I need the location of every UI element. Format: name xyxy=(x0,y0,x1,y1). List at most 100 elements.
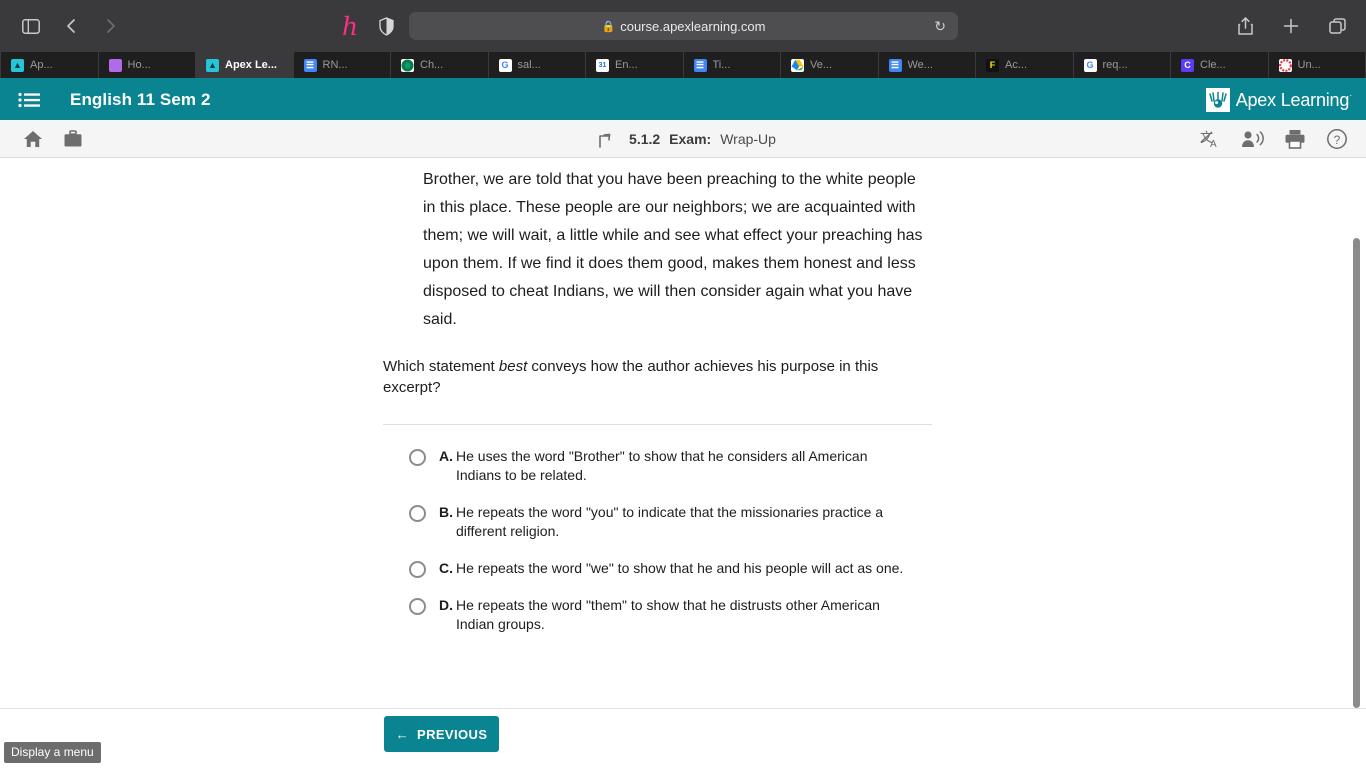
browser-tab[interactable]: Un... xyxy=(1269,52,1366,78)
radio-button-b[interactable] xyxy=(409,505,426,522)
browser-nav-group xyxy=(14,11,128,41)
browser-tab[interactable]: ▲ Ap... xyxy=(0,52,99,78)
f-favicon-icon: F xyxy=(986,58,999,72)
toolbar-right-actions: 文A ? xyxy=(1196,124,1352,154)
browser-tab[interactable]: Ho... xyxy=(99,52,196,78)
browser-tab[interactable]: F Ac... xyxy=(976,52,1074,78)
brand-name: Apex Learning· xyxy=(1235,89,1353,110)
google-docs-favicon-icon: ☰ xyxy=(303,58,317,72)
answer-option-d[interactable]: D. He repeats the word "them" to show th… xyxy=(383,596,933,634)
option-text-a: He uses the word "Brother" to show that … xyxy=(456,448,868,483)
google-favicon-icon: G xyxy=(498,58,512,72)
briefcase-icon[interactable] xyxy=(58,124,88,154)
url-text: course.apexlearning.com xyxy=(620,18,766,34)
browser-tab[interactable]: ☰ Ti... xyxy=(684,52,781,78)
reload-icon[interactable]: ↻ xyxy=(934,18,946,35)
section-divider xyxy=(383,424,932,425)
svg-text:?: ? xyxy=(1334,133,1341,147)
browser-tab[interactable]: C Cle... xyxy=(1171,52,1269,78)
answer-option-b[interactable]: B. He repeats the word "you" to indicate… xyxy=(383,503,933,541)
browser-right-actions xyxy=(1228,11,1354,41)
tab-label: En... xyxy=(615,59,638,71)
vertical-scrollbar[interactable] xyxy=(1352,158,1364,708)
address-bar[interactable]: 🔒 course.apexlearning.com ↻ xyxy=(409,12,958,40)
answer-option-c[interactable]: C. He repeats the word "we" to show that… xyxy=(383,559,933,578)
browser-tab[interactable]: G sal... xyxy=(489,52,586,78)
option-text-d: He repeats the word "them" to show that … xyxy=(456,597,880,632)
radio-button-c[interactable] xyxy=(409,561,426,578)
exam-content-area: Brother, we are told that you have been … xyxy=(0,158,1366,708)
breadcrumb: 5.1.2 Exam: Wrap-Up xyxy=(0,124,1366,154)
translate-icon[interactable]: 文A xyxy=(1196,124,1226,154)
tab-label: sal... xyxy=(517,59,541,71)
browser-tab[interactable]: Ve... xyxy=(781,52,879,78)
brand-logo: Apex Learning· xyxy=(1205,88,1353,112)
sidebar-toggle-icon[interactable] xyxy=(14,11,48,41)
browser-tab[interactable]: ☰ RN... xyxy=(294,52,391,78)
navigation-footer: ← PREVIOUS Display a menu xyxy=(0,708,1366,768)
course-title: English 11 Sem 2 xyxy=(70,90,211,109)
option-text-c: He repeats the word "we" to show that he… xyxy=(456,560,904,576)
left-arrow-icon: ← xyxy=(395,726,409,742)
honey-extension-icon[interactable]: h xyxy=(338,13,362,39)
google-docs-favicon-icon: ☰ xyxy=(693,58,707,72)
trademark-mark: · xyxy=(1349,89,1352,100)
tab-label: RN... xyxy=(322,59,348,71)
svg-text:A: A xyxy=(1210,139,1217,149)
print-icon[interactable] xyxy=(1280,124,1310,154)
option-letter-b: B. xyxy=(439,504,453,520)
tab-label: Apex Le... xyxy=(225,59,277,71)
radio-button-d[interactable] xyxy=(409,598,426,615)
red-ring-favicon-icon xyxy=(1278,58,1292,72)
read-aloud-icon[interactable] xyxy=(1238,124,1268,154)
back-arrow-icon[interactable] xyxy=(54,11,88,41)
breadcrumb-name: Wrap-Up xyxy=(720,130,776,147)
google-favicon-icon: G xyxy=(1083,58,1097,72)
question-emphasis: best xyxy=(498,358,528,375)
browser-tab-active[interactable]: ▲ Apex Le... xyxy=(196,52,294,78)
extension-icons: h xyxy=(338,13,398,39)
radio-button-a[interactable] xyxy=(409,449,426,466)
status-tooltip: Display a menu xyxy=(4,742,101,763)
apex-logo-icon xyxy=(1205,88,1230,112)
home-icon[interactable] xyxy=(18,124,48,154)
option-letter-c: C. xyxy=(439,560,453,576)
tab-label: Ap... xyxy=(30,59,53,71)
activity-toolbar: 5.1.2 Exam: Wrap-Up 文A ? xyxy=(0,120,1366,158)
tab-label: Cle... xyxy=(1200,59,1226,71)
tab-label: req... xyxy=(1102,59,1128,71)
previous-button[interactable]: ← PREVIOUS xyxy=(384,716,499,752)
breadcrumb-number: 5.1.2 xyxy=(629,130,661,147)
help-icon[interactable]: ? xyxy=(1322,124,1352,154)
apex-favicon-icon: ▲ xyxy=(11,58,24,72)
tab-label: We... xyxy=(907,59,933,71)
google-docs-favicon-icon: ☰ xyxy=(888,58,902,72)
browser-toolbar: h 🔒 course.apexlearning.com ↻ xyxy=(0,0,1366,52)
browser-tab[interactable]: ☰ We... xyxy=(879,52,976,78)
google-calendar-favicon-icon: 31 xyxy=(596,58,609,72)
passage-text: Brother, we are told that you have been … xyxy=(423,171,923,328)
browser-tab[interactable]: 31 En... xyxy=(586,52,684,78)
tab-label: Ch... xyxy=(420,59,444,71)
question-prefix: Which statement xyxy=(383,358,499,375)
tab-overview-icon[interactable] xyxy=(1320,11,1354,41)
answer-option-a[interactable]: A. He uses the word "Brother" to show th… xyxy=(383,447,933,485)
option-text-b: He repeats the word "you" to indicate th… xyxy=(456,504,884,539)
scrollbar-thumb[interactable] xyxy=(1353,238,1360,708)
shield-extension-icon[interactable] xyxy=(374,13,398,39)
previous-button-label: PREVIOUS xyxy=(417,726,488,742)
cube-favicon-icon xyxy=(108,58,122,72)
tab-strip: ▲ Ap... Ho... ▲ Apex Le... ☰ RN... Ch...… xyxy=(0,52,1366,80)
answer-options: A. He uses the word "Brother" to show th… xyxy=(383,447,933,634)
forward-arrow-icon[interactable] xyxy=(94,11,128,41)
share-icon[interactable] xyxy=(1228,11,1262,41)
tab-label: Ho... xyxy=(127,59,151,71)
new-tab-icon[interactable] xyxy=(1274,11,1308,41)
up-arrow-icon[interactable] xyxy=(590,124,620,154)
browser-tab[interactable]: Ch... xyxy=(391,52,489,78)
browser-tab[interactable]: G req... xyxy=(1074,52,1171,78)
question-container: Brother, we are told that you have been … xyxy=(383,158,933,634)
toolbar-left-actions xyxy=(18,124,88,154)
tab-label: Ac... xyxy=(1005,59,1028,71)
list-menu-icon[interactable] xyxy=(14,85,44,115)
